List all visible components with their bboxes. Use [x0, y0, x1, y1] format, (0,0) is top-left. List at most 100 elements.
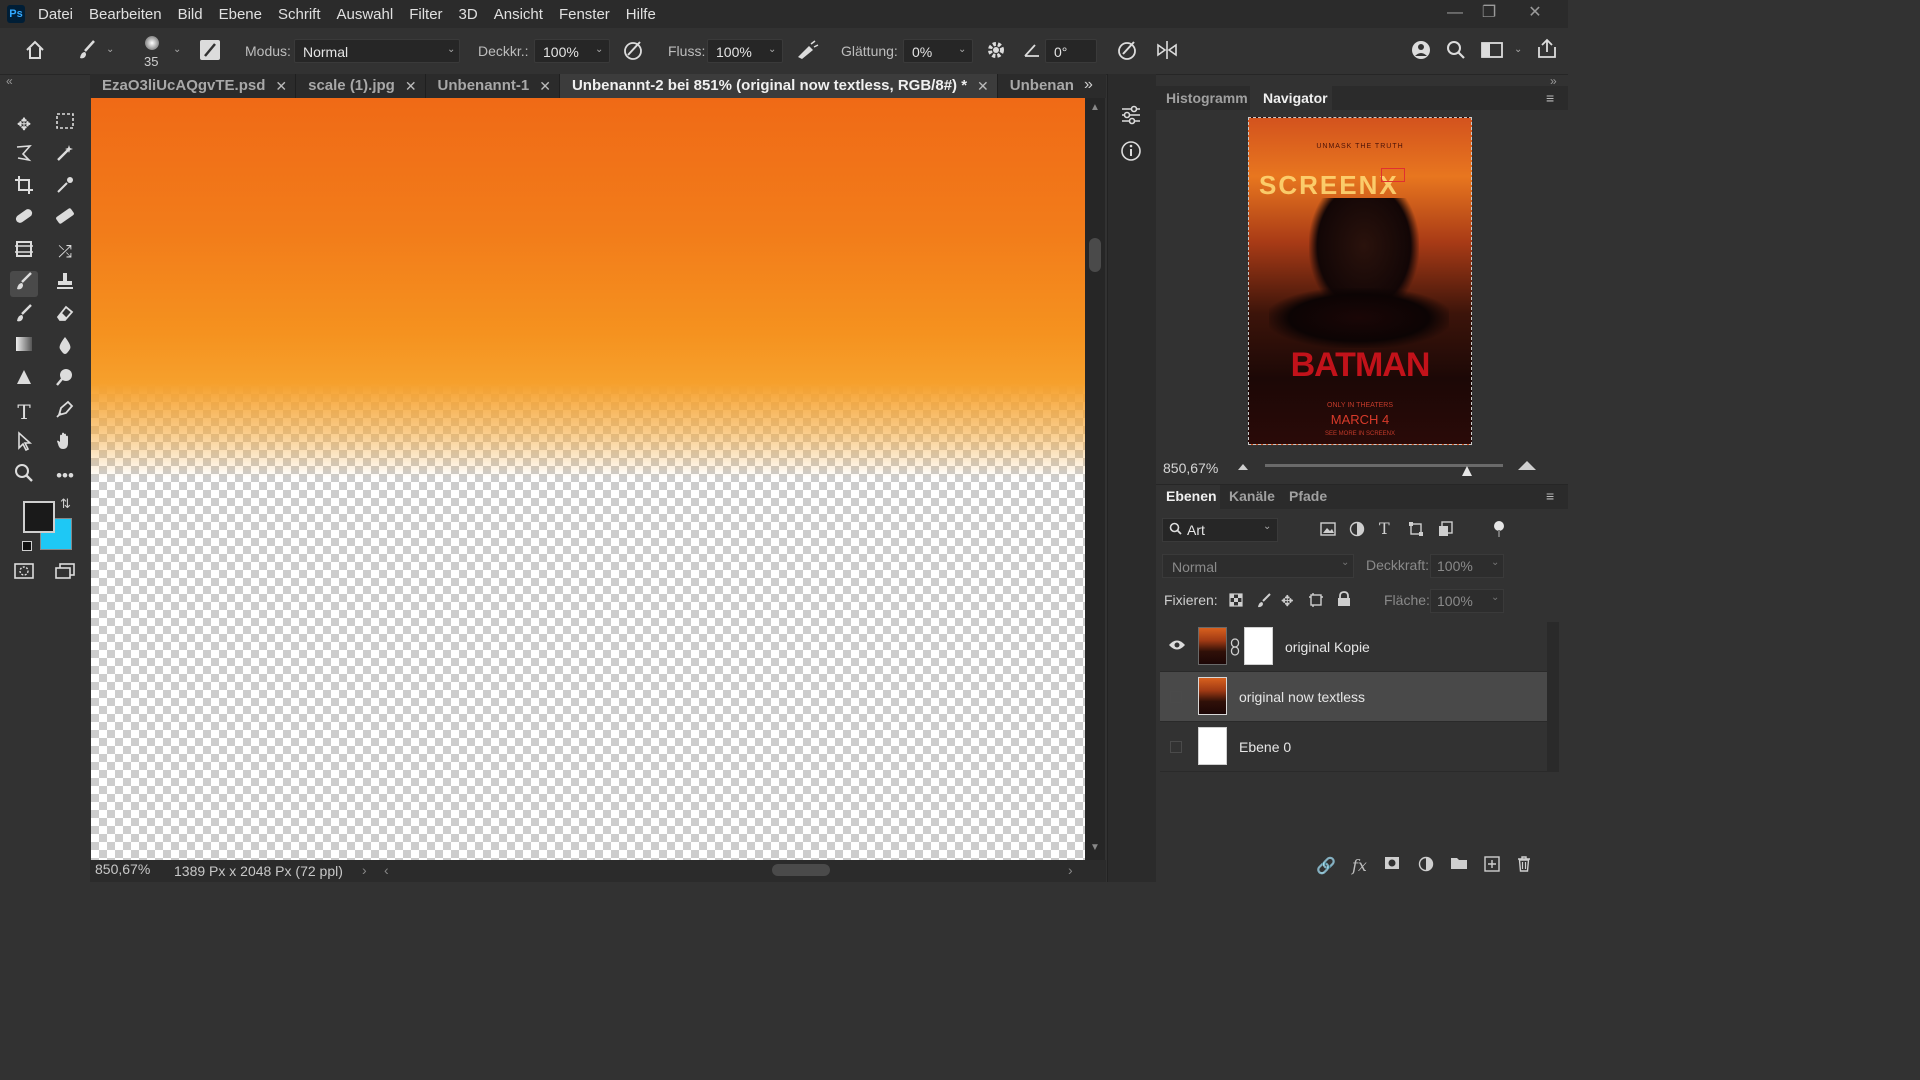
marquee-tool-icon[interactable]: [51, 112, 79, 138]
filter-type-icon[interactable]: T: [1379, 519, 1390, 538]
filter-toggle-icon[interactable]: [1492, 520, 1506, 538]
chevron-down-icon[interactable]: ⌄: [173, 44, 181, 55]
crop-tool-icon[interactable]: [10, 175, 38, 201]
link-layers-icon[interactable]: 🔗: [1316, 856, 1336, 876]
layer-name[interactable]: Ebene 0: [1239, 739, 1291, 755]
navigator-preview[interactable]: UNMASK THE TRUTH SCREENX BATMAN ONLY IN …: [1248, 117, 1472, 445]
layer-row-original-kopie[interactable]: original Kopie: [1160, 622, 1547, 672]
chevron-down-icon[interactable]: ⌄: [106, 44, 114, 55]
filter-adjustment-icon[interactable]: [1349, 521, 1365, 540]
symmetry-icon[interactable]: [1155, 39, 1179, 66]
quick-mask-icon[interactable]: [10, 562, 38, 588]
tab-unbenannt-3[interactable]: Unbenan: [998, 74, 1082, 98]
pen-tool-icon[interactable]: [51, 399, 79, 425]
learn-icon[interactable]: [1409, 39, 1433, 66]
blur-tool-icon[interactable]: [51, 335, 79, 361]
tab-overflow-icon[interactable]: »: [1084, 76, 1093, 94]
navigator-view-box[interactable]: [1381, 168, 1405, 182]
tab-unbenannt-2[interactable]: Unbenannt-2 bei 851% (original now textl…: [559, 74, 998, 98]
chevron-down-icon[interactable]: ⌄: [595, 44, 603, 55]
default-colors-icon[interactable]: [22, 541, 32, 551]
fx-icon[interactable]: fx: [1352, 856, 1367, 875]
move-tool-icon[interactable]: ✥: [10, 112, 38, 138]
panel-menu-icon[interactable]: ≡: [1546, 90, 1554, 106]
tab-navigator[interactable]: Navigator: [1263, 90, 1328, 106]
workspace-icon[interactable]: [1480, 39, 1504, 66]
layer-opacity-field[interactable]: 100% ⌄: [1430, 554, 1504, 578]
scroll-left-icon[interactable]: ‹: [384, 862, 389, 878]
zoom-tool-icon[interactable]: [10, 463, 38, 489]
more-tools-icon[interactable]: •••: [51, 463, 79, 489]
foreground-color-swatch[interactable]: [23, 501, 55, 533]
fill-field[interactable]: 100% ⌄: [1430, 589, 1504, 613]
filter-shape-icon[interactable]: [1408, 521, 1424, 540]
blend-mode-select[interactable]: Normal ⌄: [1162, 554, 1354, 578]
magic-wand-icon[interactable]: [51, 143, 79, 169]
filter-smart-object-icon[interactable]: [1438, 521, 1454, 540]
shuffle-tool-icon[interactable]: ⤮: [51, 239, 79, 265]
gradient-tool-icon[interactable]: [10, 335, 38, 361]
layer-row-original-now-textless[interactable]: original now textless: [1160, 672, 1547, 722]
scroll-right-icon[interactable]: ›: [1068, 862, 1073, 878]
home-icon[interactable]: [24, 39, 46, 66]
menu-bild[interactable]: Bild: [178, 6, 203, 23]
mode-select[interactable]: Normal: [294, 39, 460, 63]
brush-preview-icon[interactable]: [145, 36, 159, 50]
layer-filter-select[interactable]: Art ⌄: [1162, 518, 1278, 542]
properties-icon[interactable]: [1120, 104, 1142, 129]
close-window-icon[interactable]: ✕: [1520, 2, 1550, 24]
spot-healing-icon[interactable]: [10, 206, 38, 232]
share-icon[interactable]: [1536, 38, 1558, 65]
layer-name[interactable]: original now textless: [1239, 689, 1365, 705]
document-canvas[interactable]: [91, 98, 1085, 860]
zoom-in-icon[interactable]: [1516, 458, 1538, 475]
tab-ebenen[interactable]: Ebenen: [1166, 488, 1217, 504]
visibility-toggle[interactable]: [1170, 691, 1182, 703]
lock-pixels-icon[interactable]: [1256, 592, 1272, 611]
frame-tool-icon[interactable]: [10, 239, 38, 265]
lasso-tool-icon[interactable]: [10, 143, 38, 169]
menu-bearbeiten[interactable]: Bearbeiten: [89, 6, 162, 23]
hand-tool-icon[interactable]: [51, 431, 79, 457]
airbrush-icon[interactable]: [795, 39, 819, 66]
eyedropper-icon[interactable]: [51, 175, 79, 201]
lock-artboard-icon[interactable]: [1308, 592, 1324, 611]
status-expand-icon[interactable]: ›: [362, 862, 367, 878]
link-icon[interactable]: [1230, 638, 1240, 659]
menu-datei[interactable]: Datei: [38, 6, 73, 23]
brush-tool-icon[interactable]: [76, 38, 98, 67]
close-icon[interactable]: ✕: [405, 74, 417, 98]
sponge-tool-icon[interactable]: [51, 367, 79, 393]
pressure-size-icon[interactable]: [1116, 39, 1138, 66]
scroll-up-icon[interactable]: ▲: [1090, 102, 1100, 113]
navigator-zoom-value[interactable]: 850,67%: [1163, 460, 1218, 476]
tab-unbenannt-1[interactable]: Unbenannt-1 ✕: [426, 74, 560, 98]
layers-menu-icon[interactable]: ≡: [1546, 488, 1554, 504]
patch-tool-icon[interactable]: [51, 206, 79, 232]
tab-histogramm[interactable]: Histogramm: [1166, 90, 1248, 106]
close-icon[interactable]: ✕: [275, 74, 287, 98]
status-zoom[interactable]: 850,67%: [95, 861, 150, 877]
zoom-out-icon[interactable]: [1236, 460, 1250, 475]
chevron-down-icon[interactable]: ⌄: [1514, 44, 1522, 55]
close-icon[interactable]: ✕: [539, 74, 551, 98]
screen-mode-icon[interactable]: [51, 562, 79, 588]
visibility-toggle[interactable]: [1170, 741, 1182, 753]
trash-icon[interactable]: [1517, 856, 1531, 877]
folder-icon[interactable]: [1450, 856, 1468, 875]
collapse-toolbar-icon[interactable]: «: [6, 74, 13, 88]
info-icon[interactable]: [1120, 140, 1142, 165]
tab-scale[interactable]: scale (1).jpg ✕: [296, 74, 426, 98]
menu-schrift[interactable]: Schrift: [278, 6, 321, 23]
add-mask-icon[interactable]: [1384, 856, 1400, 875]
tab-pfade[interactable]: Pfade: [1289, 488, 1327, 504]
lock-transparency-icon[interactable]: [1229, 593, 1243, 610]
menu-ebene[interactable]: Ebene: [219, 6, 262, 23]
layers-scrollbar[interactable]: [1547, 622, 1559, 772]
menu-ansicht[interactable]: Ansicht: [494, 6, 543, 23]
minimize-icon[interactable]: —: [1440, 2, 1470, 24]
restore-icon[interactable]: ❐: [1474, 2, 1504, 24]
chevron-down-icon[interactable]: ⌄: [958, 44, 966, 55]
eye-icon[interactable]: [1168, 639, 1186, 654]
brush-settings-icon[interactable]: [199, 39, 221, 66]
